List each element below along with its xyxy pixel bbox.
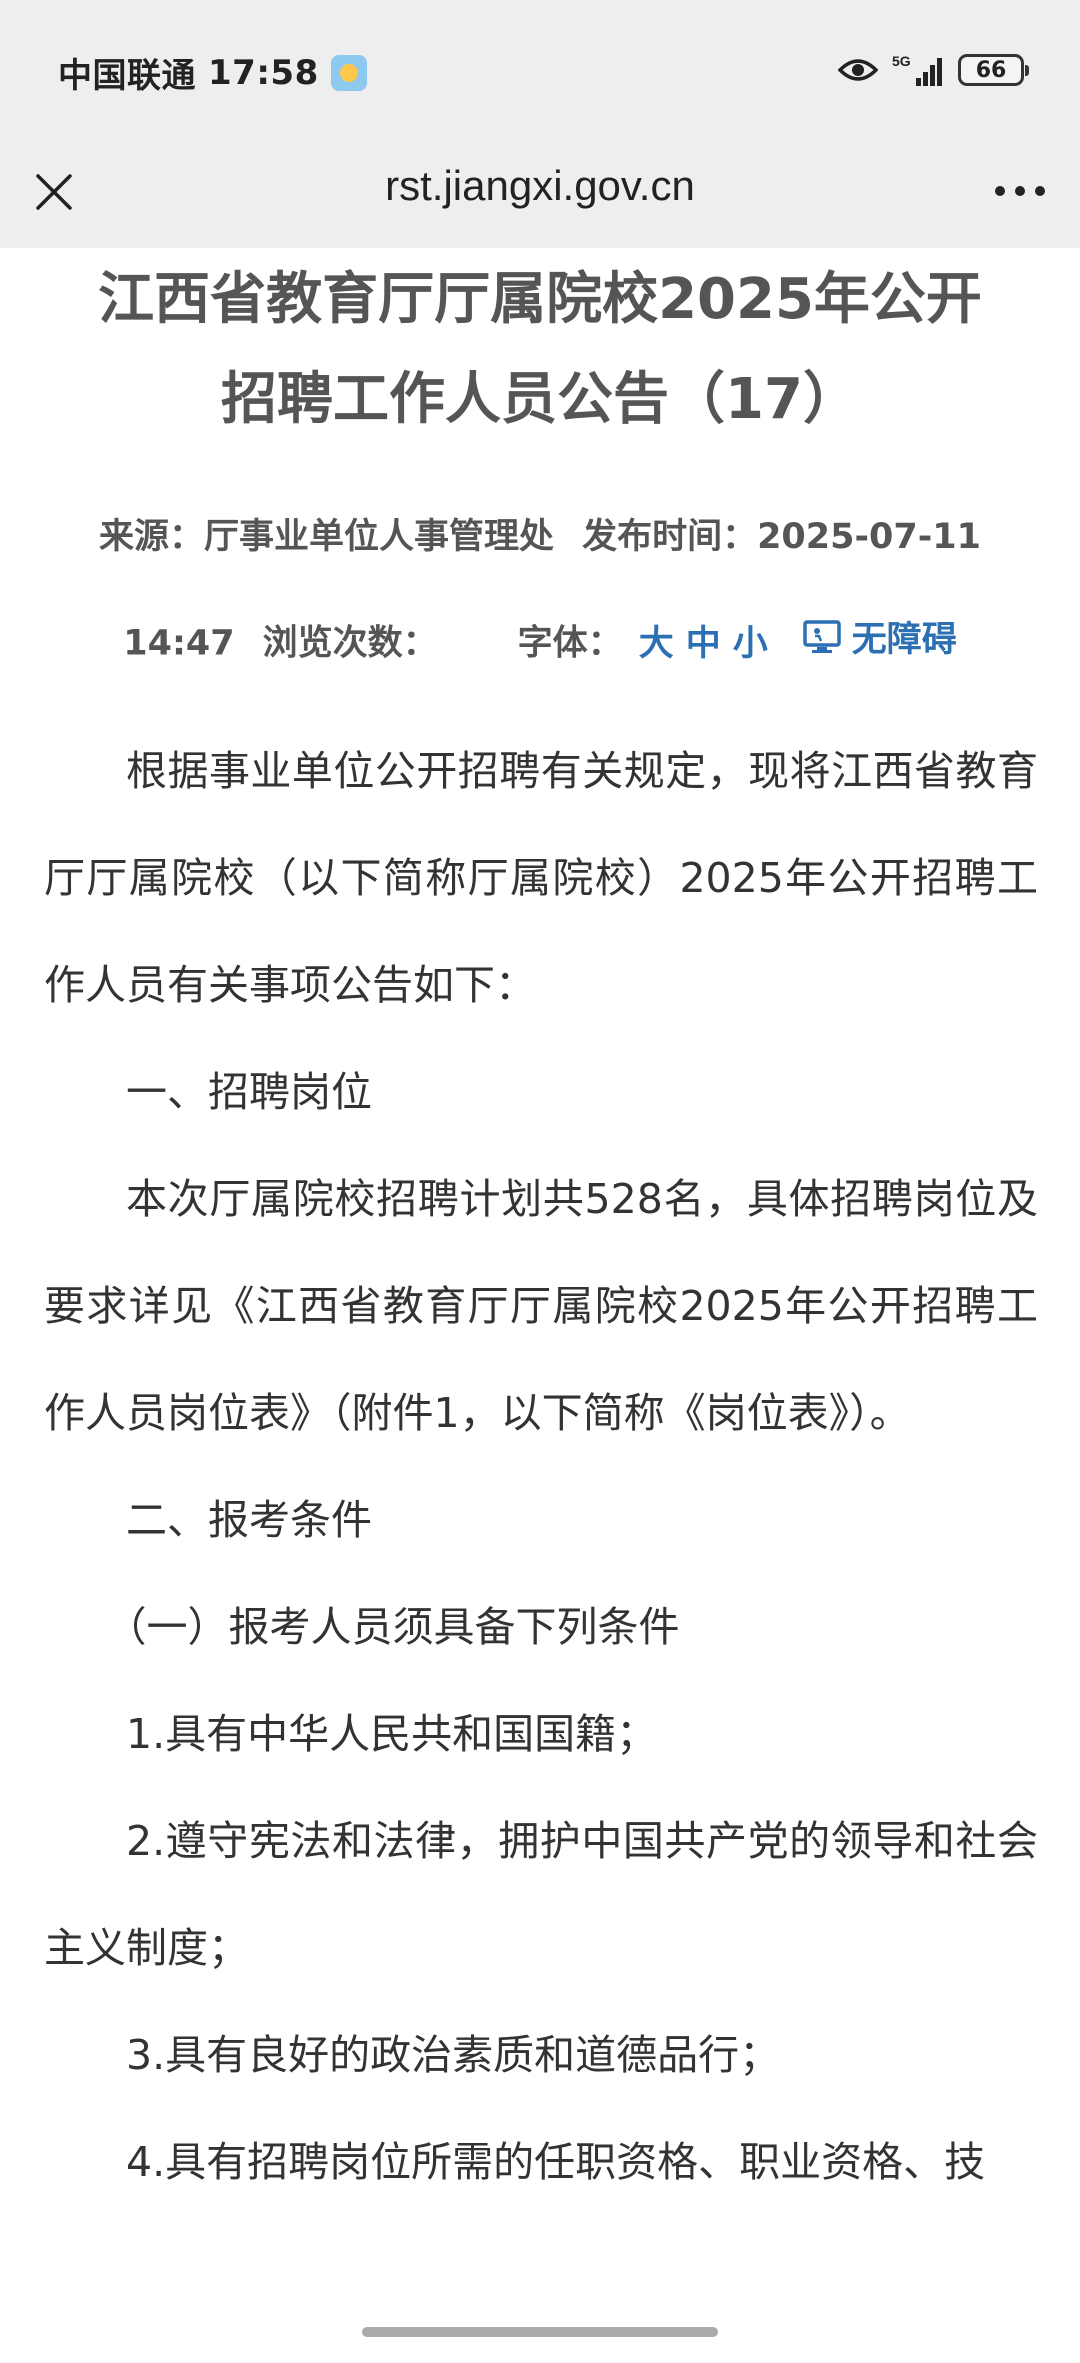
title-line-1: 江西省教育厅厅属院校2025年公开 [98, 267, 982, 332]
article-body: 根据事业单位公开招聘有关规定，现将江西省教育厅厅属院校（以下简称厅属院校）202… [44, 718, 1038, 2216]
battery-level: 66 [975, 57, 1007, 83]
font-size-large-link[interactable]: 大 [639, 624, 674, 664]
carrier-label: 中国联通 [58, 56, 196, 96]
accessibility-label: 无障碍 [851, 620, 957, 660]
browser-toolbar: rst.jiangxi.gov.cn [0, 140, 1080, 248]
font-size-small-link[interactable]: 小 [733, 624, 768, 664]
views-label: 浏览次数： [262, 623, 438, 664]
home-indicator[interactable] [362, 2327, 718, 2337]
status-bar: 中国联通 17:58 5G 66 [0, 0, 1080, 140]
title-line-2: 招聘工作人员公告（17） [221, 367, 859, 432]
clock: 17:58 [208, 52, 319, 93]
accessibility-link[interactable]: 无障碍 [802, 611, 957, 662]
more-options-icon[interactable] [992, 178, 1048, 204]
status-icons: 5G 66 [838, 52, 1029, 88]
paragraph-positions: 本次厅属院校招聘计划共528名，具体招聘岗位及要求详见《江西省教育厅厅属院校20… [44, 1175, 1038, 1437]
requirement-item-2: 2.遵守宪法和法律，拥护中国共产党的领导和社会主义制度； [44, 1817, 1038, 1972]
signal-5g-icon: 5G [892, 53, 942, 86]
requirement-item-4: 4.具有招聘岗位所需的任职资格、职业资格、技 [126, 2138, 986, 2186]
eye-icon [838, 59, 878, 81]
font-size-label: 字体： [517, 623, 623, 664]
article-meta-line-2: 14:47 浏览次数： 字体： 大中小 无障碍 [0, 611, 1080, 666]
requirement-item-1: 1.具有中华人民共和国国籍； [126, 1710, 658, 1758]
network-type: 5G [892, 53, 911, 69]
publish-time: 14:47 [123, 623, 235, 664]
font-size-medium-link[interactable]: 中 [686, 624, 721, 664]
source-label: 来源： [99, 517, 205, 557]
monitor-icon [802, 619, 841, 653]
article-title: 江西省教育厅厅属院校2025年公开 招聘工作人员公告（17） [40, 250, 1040, 450]
section-heading-positions: 一、招聘岗位 [126, 1068, 372, 1116]
publish-label: 发布时间： [582, 517, 758, 557]
subsection-heading: （一）报考人员须具备下列条件 [105, 1603, 680, 1651]
article-meta-line-1: 来源：厅事业单位人事管理处 发布时间：2025-07-11 [0, 508, 1080, 559]
section-heading-requirements: 二、报考条件 [126, 1496, 372, 1544]
requirement-item-3: 3.具有良好的政治素质和道德品行； [126, 2031, 781, 2079]
status-left: 中国联通 17:58 [58, 48, 367, 97]
url-display[interactable]: rst.jiangxi.gov.cn [0, 162, 1080, 210]
battery-icon: 66 [958, 54, 1029, 86]
publish-date: 2025-07-11 [757, 517, 981, 557]
paragraph-intro: 根据事业单位公开招聘有关规定，现将江西省教育厅厅属院校（以下简称厅属院校）202… [44, 747, 1038, 1009]
source-value: 厅事业单位人事管理处 [204, 517, 555, 557]
weather-icon [330, 54, 367, 91]
